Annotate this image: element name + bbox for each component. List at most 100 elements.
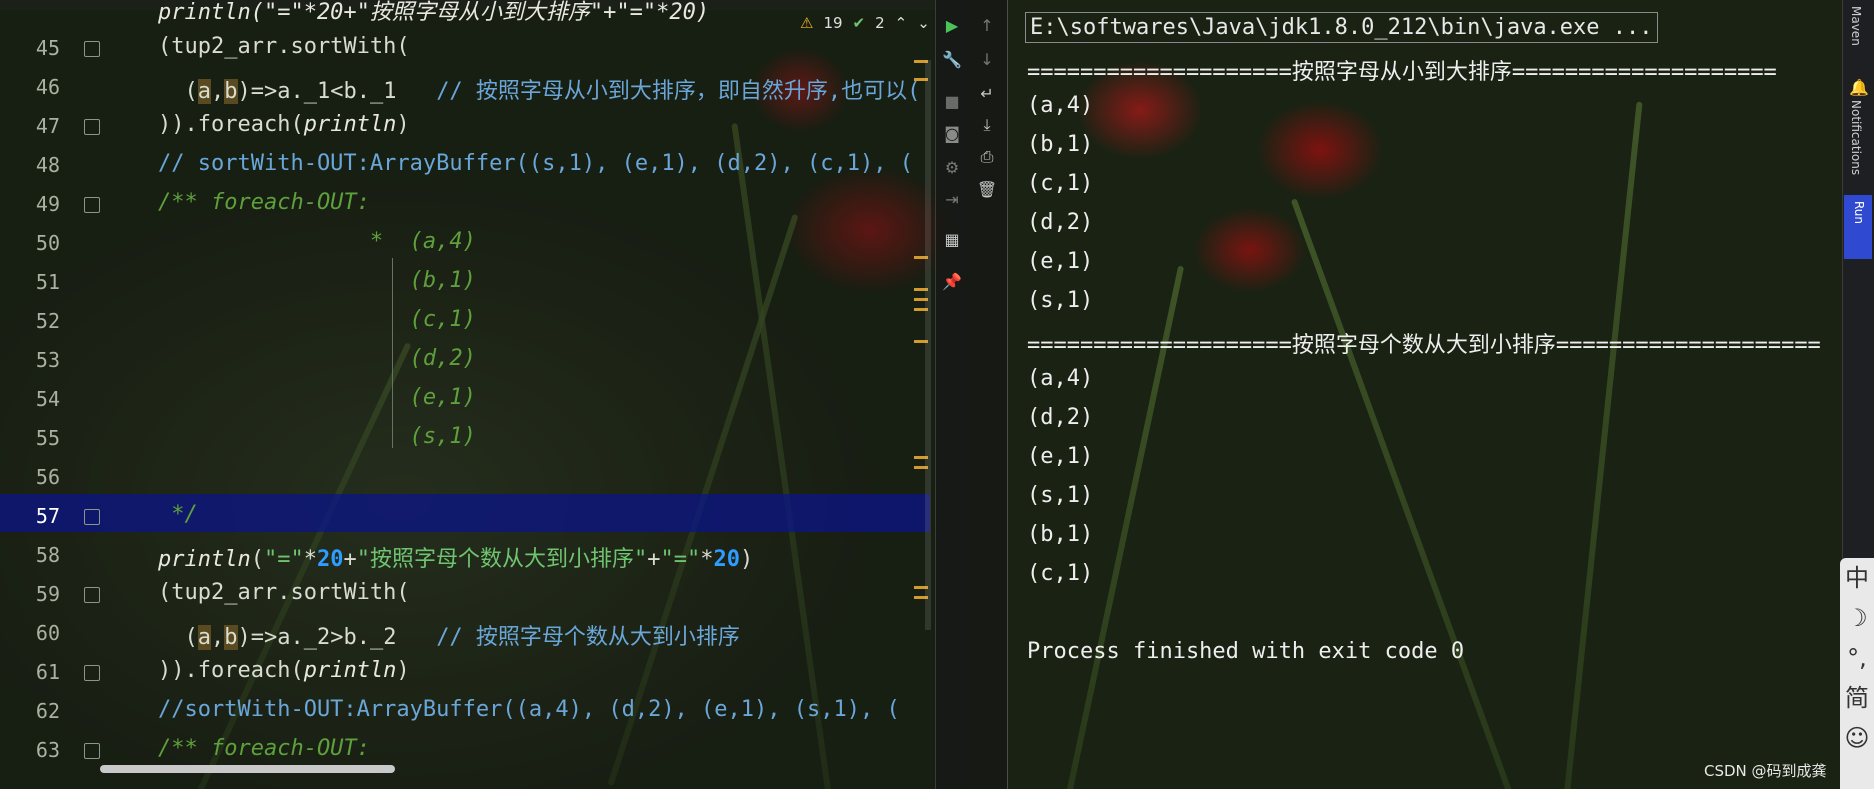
code-line-52[interactable]: (c,1)	[158, 307, 476, 332]
code-token: )	[396, 658, 410, 683]
run-icon[interactable]: ▶	[941, 14, 963, 36]
code-token: +	[647, 547, 661, 572]
chevron-up-icon[interactable]: ⌃	[895, 14, 908, 32]
code-line-45[interactable]: (tup2_arr.sortWith(	[158, 34, 410, 59]
console-output[interactable]: E:\softwares\Java\jdk1.8.0_212\bin\java.…	[1007, 0, 1842, 789]
code-token: )=>a._1<b._1	[237, 79, 437, 104]
java-command-line[interactable]: E:\softwares\Java\jdk1.8.0_212\bin\java.…	[1025, 12, 1658, 43]
console-line: ====================按照字母个数从大到小排序========…	[1027, 333, 1821, 358]
exit-icon[interactable]: ⇥	[941, 188, 963, 210]
code-function: println	[303, 658, 397, 683]
code-line-46[interactable]: (a,b)=>a._1<b._1 // 按照字母从小到大排序，即自然升序,也可以…	[158, 73, 920, 105]
code-token: )).foreach(	[158, 112, 304, 137]
code-token: ,	[211, 625, 225, 650]
fold-marker-icon[interactable]	[84, 587, 100, 603]
editor-vertical-scrollbar[interactable]	[925, 60, 931, 630]
code-token: (	[158, 625, 198, 650]
warning-count: 19	[823, 14, 843, 32]
line-number: 48	[35, 153, 60, 177]
line-number: 59	[35, 582, 60, 606]
pin-icon[interactable]: 📌	[941, 270, 963, 292]
code-line-51[interactable]: (b,1)	[158, 268, 476, 293]
line-number: 54	[35, 387, 60, 411]
print-icon[interactable]: ⎙	[976, 146, 998, 168]
code-line-47[interactable]: )).foreach(println)	[158, 112, 410, 137]
line-number: 63	[35, 738, 60, 762]
ime-chinese-mode-icon[interactable]: 中	[1840, 558, 1874, 598]
trash-icon[interactable]: 🗑	[976, 178, 998, 200]
ime-toolbar[interactable]: 中 ☽ °, 简 ☺	[1840, 558, 1874, 789]
ime-punctuation-icon[interactable]: °,	[1840, 638, 1874, 678]
fold-marker-icon[interactable]	[84, 509, 100, 525]
code-line-48[interactable]: // sortWith-OUT:ArrayBuffer((s,1), (e,1)…	[158, 151, 913, 176]
line-number: 60	[35, 621, 60, 645]
line-number: 53	[35, 348, 60, 372]
warning-icon: ⚠	[800, 14, 814, 32]
fold-marker-icon[interactable]	[84, 665, 100, 681]
code-line-54[interactable]: (e,1)	[158, 385, 476, 410]
inspection-widget[interactable]: ⚠ 19 ✔ 2 ⌃ ⌄	[800, 14, 930, 32]
console-line: (s,1)	[1027, 483, 1094, 508]
code-line-63[interactable]: /** foreach-OUT:	[158, 736, 370, 761]
line-number: 58	[35, 543, 60, 567]
stop-icon[interactable]: ■	[941, 90, 963, 112]
weak-warning-icon: ✔	[852, 14, 866, 32]
bell-icon[interactable]: 🔔	[1848, 76, 1870, 98]
code-token: +	[343, 547, 357, 572]
line-number: 45	[35, 36, 60, 60]
code-line-49[interactable]: /** foreach-OUT:	[158, 190, 370, 215]
code-token: *	[303, 547, 317, 572]
console-line: (s,1)	[1027, 288, 1094, 313]
code-string: "按照字母个数从大到小排序"	[356, 547, 648, 572]
code-line-50[interactable]: * (a,4)	[158, 229, 476, 254]
scroll-to-end-icon[interactable]: ⤓	[976, 114, 998, 136]
code-line-61[interactable]: )).foreach(println)	[158, 658, 410, 683]
code-number: 20	[316, 547, 344, 572]
line-number: 57	[35, 504, 60, 528]
code-line-59[interactable]: (tup2_arr.sortWith(	[158, 580, 410, 605]
wrench-icon[interactable]: 🔧	[941, 48, 963, 70]
line-number: 47	[35, 114, 60, 138]
ime-moon-icon[interactable]: ☽	[1840, 598, 1874, 638]
fold-marker-icon[interactable]	[84, 197, 100, 213]
code-line-44[interactable]: println("="*20+"按照字母从小到大排序"+"="*20)	[158, 0, 709, 26]
line-number: 55	[35, 426, 60, 450]
code-comment: // 按照字母从小到大排序，即自然升序,也可以(	[436, 79, 921, 104]
param-highlight: a	[197, 79, 211, 104]
code-function: println	[158, 547, 251, 572]
notifications-tab[interactable]: Notifications	[1849, 100, 1863, 175]
ime-simplified-icon[interactable]: 简	[1840, 678, 1874, 718]
code-line-60[interactable]: (a,b)=>a._2>b._2 // 按照字母个数从大到小排序	[158, 619, 740, 651]
line-number: 52	[35, 309, 60, 333]
editor-horizontal-scrollbar[interactable]	[100, 765, 395, 773]
code-editor[interactable]: 45 46 47 48 49 50 51 52 53 54 55 56 57 5…	[0, 0, 935, 789]
code-token: )	[396, 112, 410, 137]
console-line: (a,4)	[1027, 93, 1094, 118]
code-line-53[interactable]: (d,2)	[158, 346, 476, 371]
up-arrow-icon[interactable]: ↑	[976, 14, 998, 36]
settings-icon[interactable]: ⚙	[941, 156, 963, 178]
fold-marker-icon[interactable]	[84, 743, 100, 759]
line-number: 56	[35, 465, 60, 489]
console-line: (d,2)	[1027, 405, 1094, 430]
camera-icon[interactable]: ◙	[941, 122, 963, 144]
code-function: println	[303, 112, 397, 137]
run-tab[interactable]: Run	[1844, 195, 1872, 259]
fold-marker-icon[interactable]	[84, 119, 100, 135]
code-line-62[interactable]: //sortWith-OUT:ArrayBuffer((a,4), (d,2),…	[158, 697, 900, 722]
console-line: ====================按照字母从小到大排序==========…	[1027, 60, 1777, 85]
console-line: (e,1)	[1027, 444, 1094, 469]
code-line-55[interactable]: (s,1)	[158, 424, 476, 449]
line-number: 50	[35, 231, 60, 255]
fold-marker-icon[interactable]	[84, 41, 100, 57]
code-line-58[interactable]: println("="*20+"按照字母个数从大到小排序"+"="*20)	[158, 541, 753, 573]
code-token: *	[700, 547, 714, 572]
layout-icon[interactable]: ▦	[941, 228, 963, 250]
down-arrow-icon[interactable]: ↓	[976, 48, 998, 70]
chevron-down-icon[interactable]: ⌄	[917, 14, 930, 32]
soft-wrap-icon[interactable]: ↵	[976, 82, 998, 104]
code-line-57[interactable]: */	[158, 502, 198, 527]
ime-emoji-icon[interactable]: ☺	[1840, 718, 1874, 758]
process-finished-line: Process finished with exit code 0	[1027, 639, 1465, 664]
maven-tab[interactable]: Maven	[1849, 6, 1863, 46]
